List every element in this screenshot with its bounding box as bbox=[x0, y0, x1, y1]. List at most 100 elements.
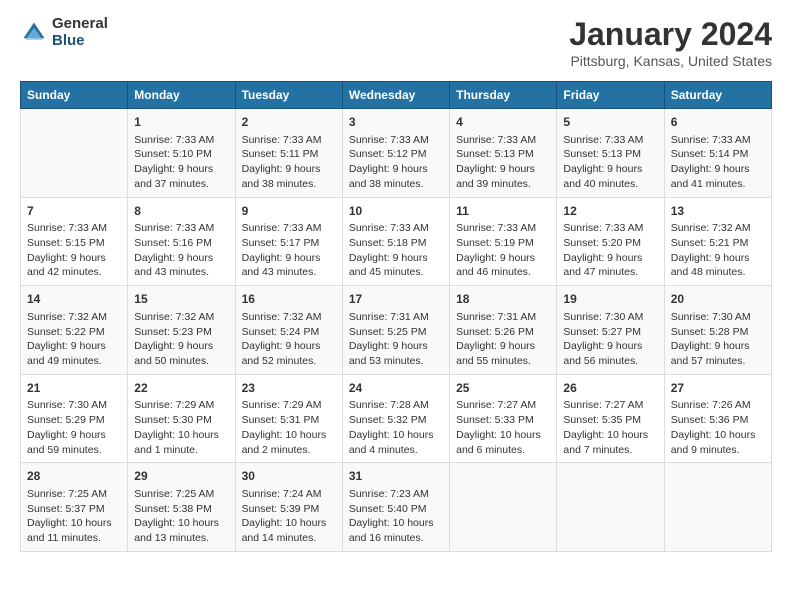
calendar-cell bbox=[450, 463, 557, 552]
day-info: Sunrise: 7:31 AM Sunset: 5:25 PM Dayligh… bbox=[349, 310, 443, 369]
day-info: Sunrise: 7:33 AM Sunset: 5:18 PM Dayligh… bbox=[349, 221, 443, 280]
calendar-cell: 10Sunrise: 7:33 AM Sunset: 5:18 PM Dayli… bbox=[342, 197, 449, 286]
day-info: Sunrise: 7:30 AM Sunset: 5:27 PM Dayligh… bbox=[563, 310, 657, 369]
day-number: 11 bbox=[456, 203, 550, 220]
calendar-cell: 3 Sunrise: 7:33 AM Sunset: 5:12 PM Daylig… bbox=[342, 109, 449, 198]
day-number: 2 bbox=[242, 114, 336, 131]
day-number: 3 bbox=[349, 114, 443, 131]
logo-text: General Blue bbox=[52, 16, 108, 49]
calendar-cell: 29Sunrise: 7:25 AM Sunset: 5:38 PM Dayli… bbox=[128, 463, 235, 552]
day-number: 25 bbox=[456, 380, 550, 397]
header-thursday: Thursday bbox=[450, 82, 557, 109]
header-saturday: Saturday bbox=[664, 82, 771, 109]
day-number: 7 bbox=[27, 203, 121, 220]
day-info: Sunrise: 7:33 AM Sunset: 5:17 PM Dayligh… bbox=[242, 221, 336, 280]
calendar-body: 1Sunrise: 7:33 AM Sunset: 5:10 PM Daylig… bbox=[21, 109, 772, 552]
day-number: 23 bbox=[242, 380, 336, 397]
day-info: Sunrise: 7:33 AM Sunset: 5:20 PM Dayligh… bbox=[563, 221, 657, 280]
calendar-cell: 21Sunrise: 7:30 AM Sunset: 5:29 PM Dayli… bbox=[21, 374, 128, 463]
calendar-cell bbox=[664, 463, 771, 552]
calendar-cell: 26Sunrise: 7:27 AM Sunset: 5:35 PM Dayli… bbox=[557, 374, 664, 463]
day-info: Sunrise: 7:32 AM Sunset: 5:22 PM Dayligh… bbox=[27, 310, 121, 369]
day-number: 9 bbox=[242, 203, 336, 220]
day-info: Sunrise: 7:27 AM Sunset: 5:35 PM Dayligh… bbox=[563, 398, 657, 457]
day-info: Sunrise: 7:32 AM Sunset: 5:24 PM Dayligh… bbox=[242, 310, 336, 369]
calendar-cell: 31 Sunrise: 7:23 AM Sunset: 5:40 PM Dayli… bbox=[342, 463, 449, 552]
day-info: Sunrise: 7:33 AM Sunset: 5:14 PM Dayligh… bbox=[671, 133, 765, 192]
calendar-cell: 24Sunrise: 7:28 AM Sunset: 5:32 PM Dayli… bbox=[342, 374, 449, 463]
day-info: Sunrise: 7:30 AM Sunset: 5:29 PM Dayligh… bbox=[27, 398, 121, 457]
calendar-cell: 16 Sunrise: 7:32 AM Sunset: 5:24 PM Dayli… bbox=[235, 286, 342, 375]
day-number: 14 bbox=[27, 291, 121, 308]
calendar-cell: 6 Sunrise: 7:33 AM Sunset: 5:14 PM Daylig… bbox=[664, 109, 771, 198]
day-info: Sunrise: 7:32 AM Sunset: 5:23 PM Dayligh… bbox=[134, 310, 228, 369]
day-number: 16 bbox=[242, 291, 336, 308]
calendar-cell: 15Sunrise: 7:32 AM Sunset: 5:23 PM Dayli… bbox=[128, 286, 235, 375]
week-row-2: 7Sunrise: 7:33 AM Sunset: 5:15 PM Daylig… bbox=[21, 197, 772, 286]
day-info: Sunrise: 7:29 AM Sunset: 5:30 PM Dayligh… bbox=[134, 398, 228, 457]
header-row: SundayMondayTuesdayWednesdayThursdayFrid… bbox=[21, 82, 772, 109]
logo-general-text: General bbox=[52, 16, 108, 33]
day-info: Sunrise: 7:31 AM Sunset: 5:26 PM Dayligh… bbox=[456, 310, 550, 369]
logo-blue-text: Blue bbox=[52, 33, 108, 50]
day-number: 21 bbox=[27, 380, 121, 397]
day-info: Sunrise: 7:26 AM Sunset: 5:36 PM Dayligh… bbox=[671, 398, 765, 457]
day-number: 8 bbox=[134, 203, 228, 220]
calendar-cell: 9Sunrise: 7:33 AM Sunset: 5:17 PM Daylig… bbox=[235, 197, 342, 286]
day-info: Sunrise: 7:25 AM Sunset: 5:38 PM Dayligh… bbox=[134, 487, 228, 546]
day-number: 6 bbox=[671, 114, 765, 131]
day-number: 5 bbox=[563, 114, 657, 131]
logo-icon bbox=[20, 19, 48, 47]
header-friday: Friday bbox=[557, 82, 664, 109]
day-info: Sunrise: 7:28 AM Sunset: 5:32 PM Dayligh… bbox=[349, 398, 443, 457]
day-info: Sunrise: 7:33 AM Sunset: 5:10 PM Dayligh… bbox=[134, 133, 228, 192]
day-info: Sunrise: 7:25 AM Sunset: 5:37 PM Dayligh… bbox=[27, 487, 121, 546]
calendar-cell: 13Sunrise: 7:32 AM Sunset: 5:21 PM Dayli… bbox=[664, 197, 771, 286]
calendar-cell: 4Sunrise: 7:33 AM Sunset: 5:13 PM Daylig… bbox=[450, 109, 557, 198]
calendar-table: SundayMondayTuesdayWednesdayThursdayFrid… bbox=[20, 81, 772, 552]
day-number: 12 bbox=[563, 203, 657, 220]
day-number: 17 bbox=[349, 291, 443, 308]
calendar-cell: 12Sunrise: 7:33 AM Sunset: 5:20 PM Dayli… bbox=[557, 197, 664, 286]
calendar-cell: 11Sunrise: 7:33 AM Sunset: 5:19 PM Dayli… bbox=[450, 197, 557, 286]
day-number: 28 bbox=[27, 468, 121, 485]
calendar-cell: 7Sunrise: 7:33 AM Sunset: 5:15 PM Daylig… bbox=[21, 197, 128, 286]
calendar-cell: 14 Sunrise: 7:32 AM Sunset: 5:22 PM Dayli… bbox=[21, 286, 128, 375]
week-row-3: 14 Sunrise: 7:32 AM Sunset: 5:22 PM Dayli… bbox=[21, 286, 772, 375]
calendar-header: SundayMondayTuesdayWednesdayThursdayFrid… bbox=[21, 82, 772, 109]
calendar-cell bbox=[557, 463, 664, 552]
calendar-cell: 23Sunrise: 7:29 AM Sunset: 5:31 PM Dayli… bbox=[235, 374, 342, 463]
day-info: Sunrise: 7:30 AM Sunset: 5:28 PM Dayligh… bbox=[671, 310, 765, 369]
title-block: January 2024 Pittsburg, Kansas, United S… bbox=[569, 16, 772, 69]
calendar-cell: 28 Sunrise: 7:25 AM Sunset: 5:37 PM Dayli… bbox=[21, 463, 128, 552]
day-info: Sunrise: 7:33 AM Sunset: 5:12 PM Dayligh… bbox=[349, 133, 443, 192]
day-number: 24 bbox=[349, 380, 443, 397]
calendar-cell: 19Sunrise: 7:30 AM Sunset: 5:27 PM Dayli… bbox=[557, 286, 664, 375]
calendar-cell: 22Sunrise: 7:29 AM Sunset: 5:30 PM Dayli… bbox=[128, 374, 235, 463]
subtitle: Pittsburg, Kansas, United States bbox=[569, 53, 772, 69]
header-sunday: Sunday bbox=[21, 82, 128, 109]
calendar-cell: 2 Sunrise: 7:33 AM Sunset: 5:11 PM Daylig… bbox=[235, 109, 342, 198]
day-info: Sunrise: 7:33 AM Sunset: 5:19 PM Dayligh… bbox=[456, 221, 550, 280]
calendar-cell: 8Sunrise: 7:33 AM Sunset: 5:16 PM Daylig… bbox=[128, 197, 235, 286]
day-number: 31 bbox=[349, 468, 443, 485]
day-number: 22 bbox=[134, 380, 228, 397]
main-title: January 2024 bbox=[569, 16, 772, 53]
day-info: Sunrise: 7:29 AM Sunset: 5:31 PM Dayligh… bbox=[242, 398, 336, 457]
day-number: 20 bbox=[671, 291, 765, 308]
day-number: 4 bbox=[456, 114, 550, 131]
header-monday: Monday bbox=[128, 82, 235, 109]
day-info: Sunrise: 7:23 AM Sunset: 5:40 PM Dayligh… bbox=[349, 487, 443, 546]
calendar-cell: 5Sunrise: 7:33 AM Sunset: 5:13 PM Daylig… bbox=[557, 109, 664, 198]
day-number: 27 bbox=[671, 380, 765, 397]
day-number: 18 bbox=[456, 291, 550, 308]
day-number: 30 bbox=[242, 468, 336, 485]
page-header: General Blue January 2024 Pittsburg, Kan… bbox=[20, 16, 772, 69]
logo: General Blue bbox=[20, 16, 108, 49]
calendar-cell bbox=[21, 109, 128, 198]
day-number: 26 bbox=[563, 380, 657, 397]
day-info: Sunrise: 7:27 AM Sunset: 5:33 PM Dayligh… bbox=[456, 398, 550, 457]
day-info: Sunrise: 7:33 AM Sunset: 5:15 PM Dayligh… bbox=[27, 221, 121, 280]
calendar-cell: 20 Sunrise: 7:30 AM Sunset: 5:28 PM Dayli… bbox=[664, 286, 771, 375]
day-info: Sunrise: 7:33 AM Sunset: 5:11 PM Dayligh… bbox=[242, 133, 336, 192]
